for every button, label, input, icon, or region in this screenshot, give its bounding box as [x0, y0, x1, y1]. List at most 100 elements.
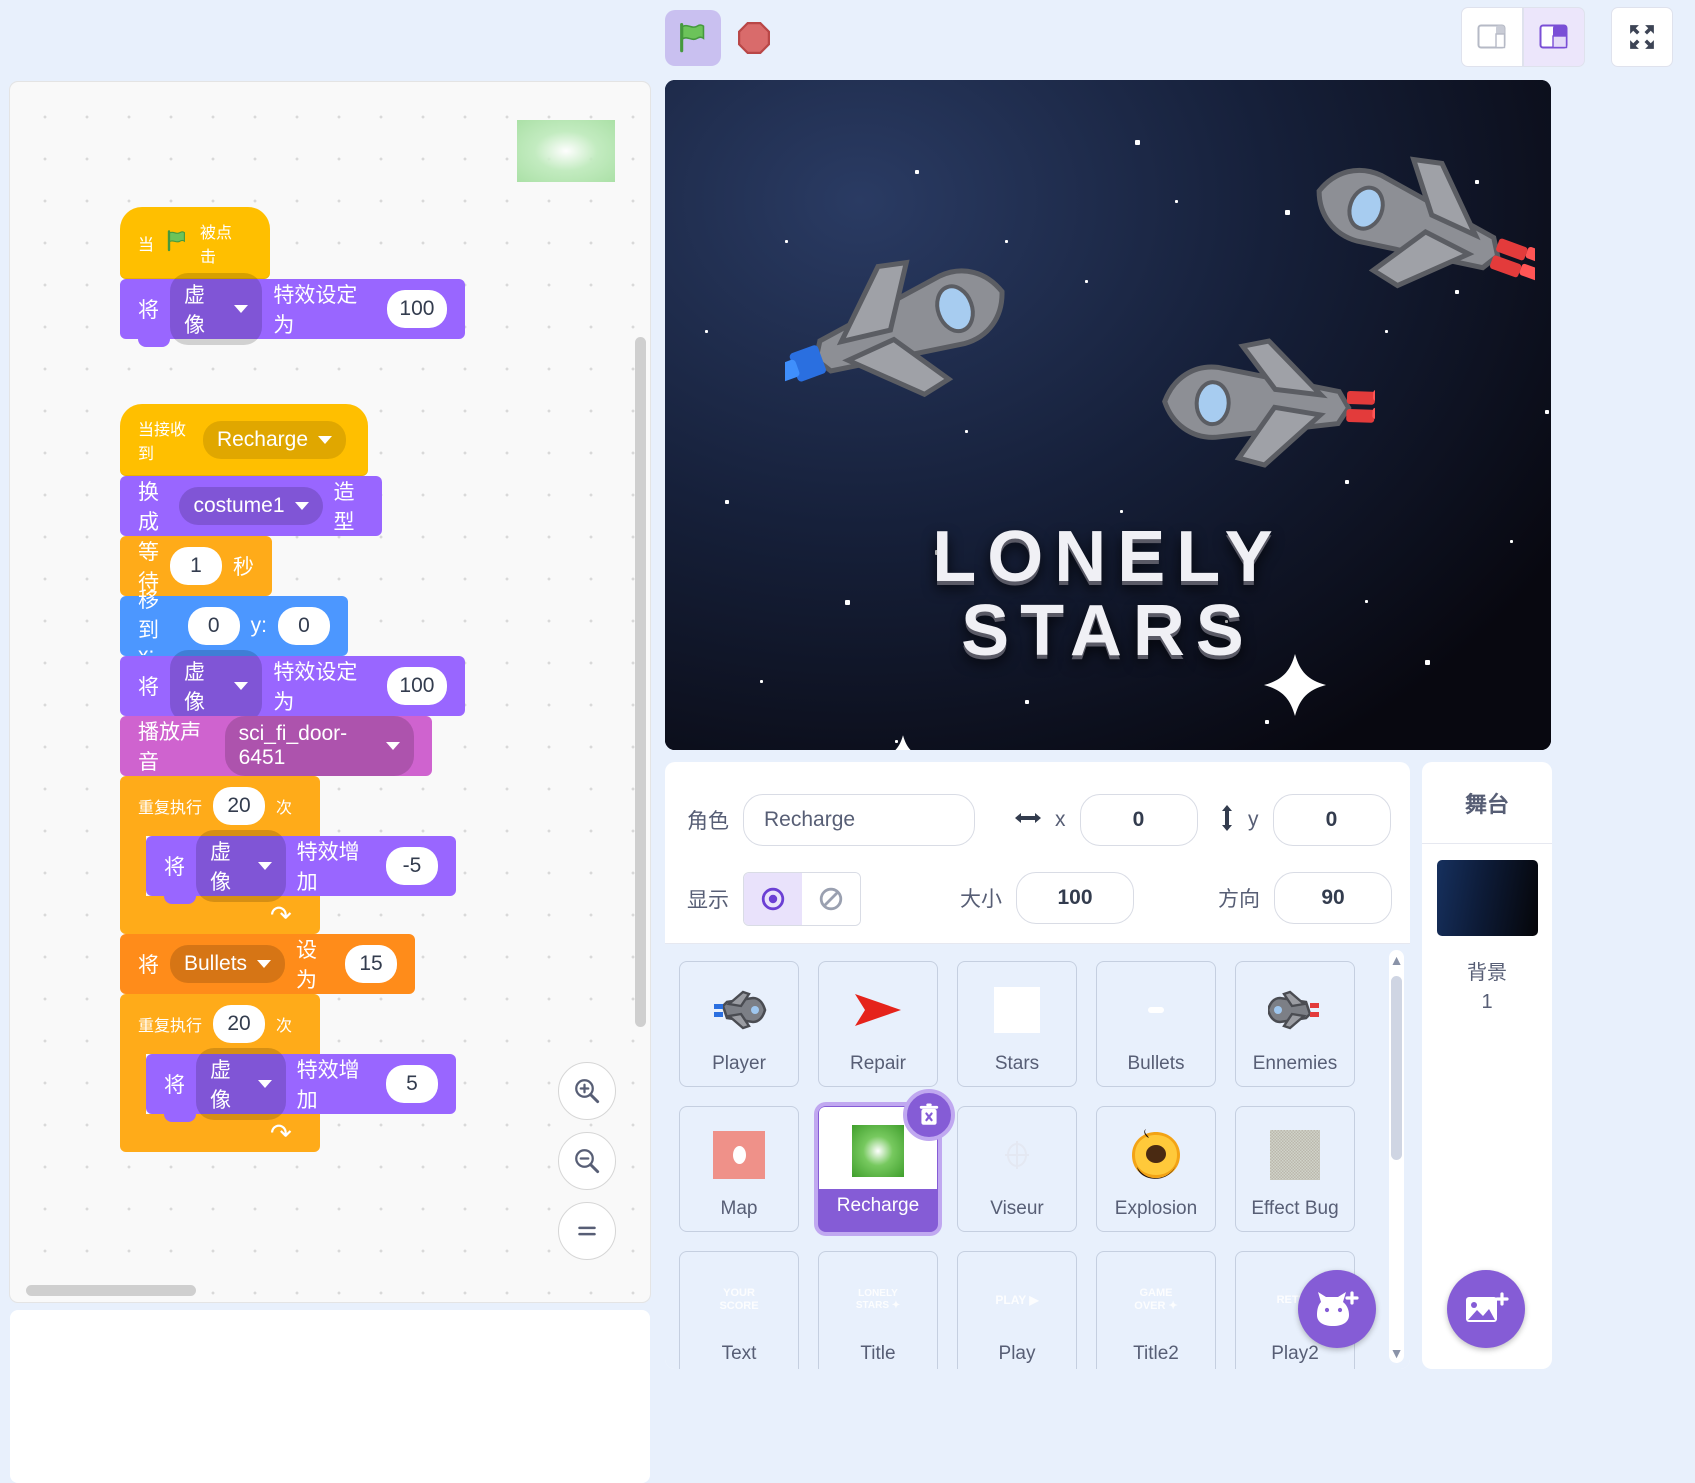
sprite-direction-input[interactable]: 90: [1274, 872, 1392, 924]
sprite-name: Bullets: [1127, 1053, 1185, 1074]
block-set-variable-bullets[interactable]: 将 Bullets 设为 15: [120, 934, 415, 1002]
backdrop-label: 背景: [1467, 962, 1507, 984]
block-change-ghost-effect-plus5[interactable]: 将 虚像 特效增加 5: [146, 1048, 456, 1122]
sprite-y-input[interactable]: 0: [1272, 794, 1391, 846]
repeat-header[interactable]: 重复执行 20 次: [120, 776, 320, 836]
block-set-ghost-effect-to-100[interactable]: 将 虚像 特效设定为 100: [120, 273, 465, 347]
block-when-i-receive-recharge[interactable]: 当接收到 Recharge: [120, 404, 368, 476]
sprite-card-map[interactable]: Map: [679, 1106, 799, 1232]
effect-change-input[interactable]: -5: [386, 847, 438, 885]
effect-dropdown[interactable]: 虚像: [196, 830, 286, 902]
block-label: 设为: [296, 939, 318, 992]
large-stage-button[interactable]: [1523, 7, 1585, 67]
show-sprite-button[interactable]: [744, 873, 802, 925]
costume-dropdown[interactable]: costume1: [179, 487, 323, 525]
variable-dropdown[interactable]: Bullets: [170, 945, 286, 983]
large-stage-layout-icon: [1539, 24, 1568, 49]
sprite-size-input[interactable]: 100: [1016, 872, 1134, 924]
sprite-card-explosion[interactable]: Explosion: [1096, 1106, 1216, 1232]
block-label: 当: [138, 237, 155, 254]
fullscreen-button[interactable]: [1611, 7, 1673, 67]
variable-value-input[interactable]: 15: [345, 945, 397, 983]
hide-sprite-button[interactable]: [802, 873, 860, 925]
sprite-direction-row: 方向 90: [1218, 872, 1392, 924]
effect-dropdown[interactable]: 虚像: [196, 1048, 286, 1120]
sprite-info-section: 角色 Recharge x 0 y 0 显示 大小 100 方向 90: [665, 762, 1410, 944]
sprite-card-viseur[interactable]: Viseur: [957, 1106, 1077, 1232]
block-go-to-xy[interactable]: 移到 x: 0 y: 0: [120, 589, 348, 667]
repeat-count-input[interactable]: 20: [213, 1005, 266, 1043]
script-when-flag-clicked[interactable]: 当 被点击 将 虚像 特效设定为 100: [120, 207, 465, 347]
goto-y-input[interactable]: 0: [278, 607, 330, 645]
zoom-out-icon: [575, 1149, 600, 1174]
block-play-sound[interactable]: 播放声音 sci_fi_door-6451: [120, 716, 432, 784]
effect-value-input[interactable]: 100: [386, 667, 447, 705]
workspace-horizontal-scrollbar[interactable]: [26, 1285, 196, 1296]
sprite-card-title[interactable]: LONELY STARS ✦ Title: [818, 1251, 938, 1369]
block-set-ghost-effect-to-100-b[interactable]: 将 虚像 特效设定为 100: [120, 650, 465, 724]
add-sprite-cat-icon: [1317, 1291, 1359, 1326]
block-repeat-20-b[interactable]: 重复执行 20 次 将 虚像 特效增加 5 ↷: [120, 994, 465, 1152]
effect-dropdown[interactable]: 虚像: [170, 650, 263, 722]
dropdown-value: Bullets: [184, 952, 248, 975]
scroll-down-icon[interactable]: ▼: [1389, 1343, 1404, 1363]
sprite-size-label: 大小: [960, 888, 1002, 911]
block-change-ghost-effect-minus5[interactable]: 将 虚像 特效增加 -5: [146, 830, 456, 904]
sprite-card-ennemies[interactable]: Ennemies: [1235, 961, 1355, 1087]
sprite-x-input[interactable]: 0: [1079, 794, 1198, 846]
stop-button[interactable]: [730, 14, 778, 62]
sprite-name: Player: [712, 1053, 766, 1074]
zoom-in-button[interactable]: [558, 1062, 616, 1120]
sprite-card-play[interactable]: PLAY ▶ Play: [957, 1251, 1077, 1369]
block-when-flag-clicked[interactable]: 当 被点击: [120, 207, 270, 279]
sprite-card-repair[interactable]: Repair: [818, 961, 938, 1087]
sprite-list-scrollbar[interactable]: ▲ ▼: [1389, 950, 1404, 1363]
effect-value-input[interactable]: 100: [386, 290, 447, 328]
stage[interactable]: LONELY STARS: [665, 80, 1551, 750]
block-label: 秒: [233, 556, 254, 579]
delete-sprite-button[interactable]: [903, 1089, 955, 1141]
sprite-name: Title2: [1133, 1343, 1179, 1364]
message-dropdown[interactable]: Recharge: [202, 421, 346, 459]
game-over-thumb: GAME OVER ✦: [1134, 1286, 1178, 1312]
sprite-x-row: x 0: [1013, 794, 1198, 846]
scrollbar-thumb[interactable]: [1391, 976, 1402, 1160]
sprite-card-title2[interactable]: GAME OVER ✦ Title2: [1096, 1251, 1216, 1369]
stage-size-controls: [1461, 7, 1585, 67]
add-backdrop-button[interactable]: [1447, 1270, 1525, 1348]
sprite-card-recharge[interactable]: Recharge: [818, 1089, 955, 1232]
sprite-card-bullets[interactable]: Bullets: [1096, 961, 1216, 1087]
sprite-name: Stars: [994, 1053, 1040, 1074]
zoom-out-button[interactable]: [558, 1132, 616, 1190]
add-sprite-button[interactable]: [1298, 1270, 1376, 1348]
sprite-card-stars[interactable]: Stars: [957, 961, 1077, 1087]
sprite-card-effect-bug[interactable]: Effect Bug: [1235, 1106, 1355, 1232]
code-workspace[interactable]: 当 被点击 将 虚像 特效设定为 100 当接收到 Recharge 换成 co…: [10, 82, 650, 1302]
player-ship-thumb: [705, 976, 773, 1044]
sprite-name-input[interactable]: Recharge: [743, 794, 975, 846]
backdrop-thumbnail[interactable]: [1436, 860, 1538, 936]
repeat-count-input[interactable]: 20: [213, 787, 266, 825]
script-when-recharge-received[interactable]: 当接收到 Recharge 换成 costume1 造型 等待 1 秒 移到 0…: [120, 404, 465, 1152]
workspace-vertical-scrollbar[interactable]: [635, 337, 646, 1027]
sprite-name-label: 角色: [687, 810, 729, 833]
goto-x-input[interactable]: 0: [187, 607, 240, 645]
sprite-name: Play: [998, 1343, 1036, 1364]
effect-dropdown[interactable]: 虚像: [170, 273, 263, 345]
sprite-card-player[interactable]: Player: [679, 961, 799, 1087]
zoom-reset-button[interactable]: [558, 1202, 616, 1260]
sprite-name: Text: [721, 1343, 757, 1364]
sound-dropdown[interactable]: sci_fi_door-6451: [224, 716, 414, 776]
small-stage-button[interactable]: [1461, 7, 1523, 67]
block-repeat-20-a[interactable]: 重复执行 20 次 将 虚像 特效增加 -5 ↷: [120, 776, 465, 934]
crosshair-thumb: [983, 1121, 1051, 1189]
sprite-card-text[interactable]: YOUR SCORE Text: [679, 1251, 799, 1369]
block-switch-costume[interactable]: 换成 costume1 造型: [120, 476, 382, 544]
sprite-name: Effect Bug: [1251, 1198, 1339, 1219]
wait-seconds-input[interactable]: 1: [170, 547, 222, 585]
repeat-header[interactable]: 重复执行 20 次: [120, 994, 320, 1054]
effect-change-input[interactable]: 5: [386, 1065, 438, 1103]
scroll-up-icon[interactable]: ▲: [1389, 950, 1404, 970]
red-arrow-thumb: [844, 976, 912, 1044]
green-flag-button[interactable]: [665, 10, 721, 66]
